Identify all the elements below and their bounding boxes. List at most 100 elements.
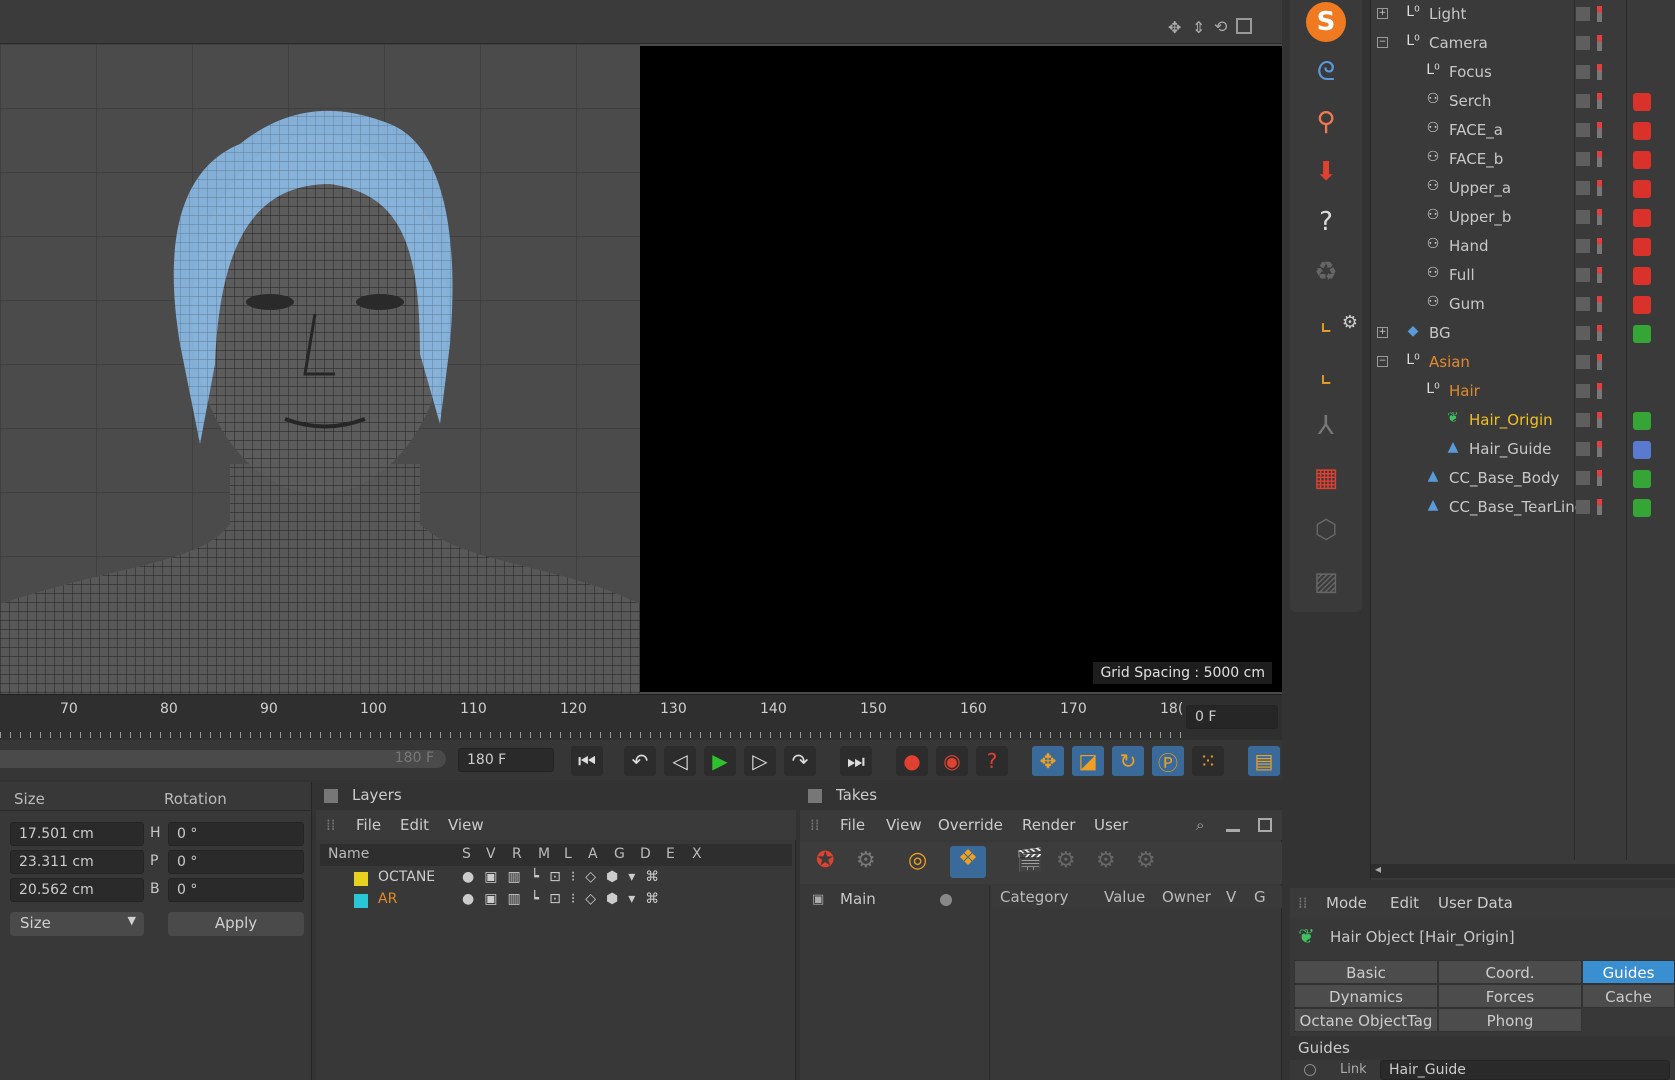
- tab-coord[interactable]: Coord.: [1438, 960, 1582, 984]
- object-row-gum[interactable]: ⚇ Gum: [1371, 290, 1675, 319]
- object-name[interactable]: FACE_a: [1449, 121, 1503, 139]
- play-icon[interactable]: ▶: [704, 746, 736, 776]
- cube-icon[interactable]: ⬡: [1304, 508, 1348, 552]
- edit-visibility-icon[interactable]: [1576, 355, 1590, 369]
- visibility-dots-icon[interactable]: [1597, 180, 1602, 196]
- take-check-icon[interactable]: [940, 894, 952, 906]
- timeline-ruler[interactable]: 0 F 70 80 90 100 110 120 130 140 150 160 170 18(: [0, 694, 1282, 740]
- object-name[interactable]: FACE_b: [1449, 150, 1503, 168]
- layers-menu-edit[interactable]: Edit: [400, 816, 429, 834]
- object-name[interactable]: Hand: [1449, 237, 1489, 255]
- layer-name[interactable]: OCTANE: [378, 869, 435, 885]
- object-name[interactable]: CC_Base_TearLine: [1449, 498, 1584, 516]
- drop-to-floor-icon[interactable]: ⬇: [1304, 150, 1348, 194]
- end-frame-field[interactable]: 180 F: [458, 748, 554, 772]
- go-to-end-icon[interactable]: ⏭: [840, 746, 872, 776]
- object-tag-icon[interactable]: [1633, 412, 1651, 430]
- layer-row-ar[interactable]: AR ●▣▥┕⊡⁝◇⬢▾⌘: [320, 890, 792, 912]
- rotation-h-field[interactable]: 0 °: [168, 822, 304, 846]
- attr-menu-edit[interactable]: Edit: [1390, 894, 1419, 912]
- move-view-icon[interactable]: ✥: [1168, 18, 1181, 37]
- object-row-cc-base-tearline[interactable]: ▲ CC_Base_TearLine: [1371, 493, 1675, 522]
- 3d-viewport[interactable]: Grid Spacing : 5000 cm: [0, 44, 1282, 694]
- rotation-key-icon[interactable]: ↻: [1112, 746, 1144, 776]
- object-row-bg[interactable]: + ◆ BG: [1371, 319, 1675, 348]
- object-name[interactable]: Gum: [1449, 295, 1485, 313]
- object-name[interactable]: Upper_b: [1449, 208, 1511, 226]
- object-tag-icon[interactable]: [1633, 209, 1651, 227]
- object-row-hand[interactable]: ⚇ Hand: [1371, 232, 1675, 261]
- visibility-dots-icon[interactable]: [1597, 383, 1602, 399]
- visibility-dots-icon[interactable]: [1597, 93, 1602, 109]
- expand-toggle-icon[interactable]: +: [1377, 8, 1388, 19]
- object-name[interactable]: Hair_Origin: [1469, 411, 1553, 429]
- layers-menu-file[interactable]: File: [356, 816, 381, 834]
- visibility-dots-icon[interactable]: [1597, 122, 1602, 138]
- js-help-icon[interactable]: ?: [1304, 200, 1348, 244]
- object-row-full[interactable]: ⚇ Full: [1371, 261, 1675, 290]
- take-main[interactable]: Main: [840, 890, 876, 908]
- size-x-field[interactable]: 17.501 cm: [10, 822, 144, 846]
- object-row-camera[interactable]: − L⁰ Camera: [1371, 29, 1675, 58]
- object-row-light[interactable]: + L⁰ Light: [1371, 0, 1675, 29]
- visibility-dots-icon[interactable]: [1597, 151, 1602, 167]
- object-tag-icon[interactable]: [1633, 238, 1651, 256]
- script-manager-icon[interactable]: S: [1304, 0, 1348, 44]
- clone-take-icon[interactable]: ⚙: [856, 848, 876, 873]
- takes-menu-user[interactable]: User: [1094, 816, 1128, 834]
- edit-visibility-icon[interactable]: [1576, 326, 1590, 340]
- layer-color-swatch[interactable]: [354, 872, 368, 886]
- auto-take-icon[interactable]: ◎: [908, 848, 927, 873]
- object-row-upper-a[interactable]: ⚇ Upper_a: [1371, 174, 1675, 203]
- maximize-view-icon[interactable]: [1236, 18, 1252, 34]
- edit-visibility-icon[interactable]: [1576, 239, 1590, 253]
- render-take-icon[interactable]: 🎬: [1016, 848, 1043, 873]
- object-tag-icon[interactable]: [1633, 151, 1651, 169]
- object-row-focus[interactable]: L⁰ Focus: [1371, 58, 1675, 87]
- next-key-icon[interactable]: ↷: [784, 746, 816, 776]
- tab-guides[interactable]: Guides: [1582, 960, 1675, 984]
- object-tag-icon[interactable]: [1633, 122, 1651, 140]
- tab-cache[interactable]: Cache: [1582, 984, 1675, 1008]
- edit-visibility-icon[interactable]: [1576, 65, 1590, 79]
- object-name[interactable]: Serch: [1449, 92, 1491, 110]
- object-row-hair-guide[interactable]: ▲ Hair_Guide: [1371, 435, 1675, 464]
- expand-toggle-icon[interactable]: −: [1377, 37, 1388, 48]
- scale-key-icon[interactable]: ◪: [1072, 746, 1104, 776]
- edit-visibility-icon[interactable]: [1576, 181, 1590, 195]
- layer-flag-icons[interactable]: ●▣▥┕⊡⁝◇⬢▾⌘: [462, 891, 669, 907]
- visibility-dots-icon[interactable]: [1597, 470, 1602, 486]
- panel-toggle-icon[interactable]: [324, 789, 338, 803]
- edit-visibility-icon[interactable]: [1576, 413, 1590, 427]
- object-name[interactable]: Full: [1449, 266, 1475, 284]
- tab-octane-objecttag[interactable]: Octane ObjectTag: [1294, 1008, 1438, 1032]
- edit-visibility-icon[interactable]: [1576, 471, 1590, 485]
- object-tag-icon[interactable]: [1633, 180, 1651, 198]
- render-settings-icon[interactable]: ▦: [1304, 456, 1348, 500]
- edit-visibility-icon[interactable]: [1576, 297, 1590, 311]
- rotation-p-field[interactable]: 0 °: [168, 850, 304, 874]
- go-to-start-icon[interactable]: ⏮: [571, 746, 603, 776]
- next-frame-icon[interactable]: ▷: [744, 746, 776, 776]
- takes-menu-override[interactable]: Override: [938, 816, 1003, 834]
- visibility-dots-icon[interactable]: [1597, 296, 1602, 312]
- object-name[interactable]: Hair: [1449, 382, 1480, 400]
- object-row-face-b[interactable]: ⚇ FACE_b: [1371, 145, 1675, 174]
- takes-menu-render[interactable]: Render: [1022, 816, 1075, 834]
- object-name[interactable]: Focus: [1449, 63, 1492, 81]
- apply-button[interactable]: Apply: [168, 912, 304, 936]
- scroll-left-icon[interactable]: ◂: [1375, 862, 1381, 876]
- layer-flag-icons[interactable]: ●▣▥┕⊡⁝◇⬢▾⌘: [462, 869, 669, 885]
- rotation-b-field[interactable]: 0 °: [168, 878, 304, 902]
- tab-phong[interactable]: Phong: [1438, 1008, 1582, 1032]
- expand-toggle-icon[interactable]: +: [1377, 327, 1388, 338]
- visibility-dots-icon[interactable]: [1597, 354, 1602, 370]
- object-row-cc-base-body[interactable]: ▲ CC_Base_Body: [1371, 464, 1675, 493]
- marker-take-icon[interactable]: ⚙: [1136, 848, 1156, 873]
- current-frame-field[interactable]: 0 F: [1186, 705, 1278, 729]
- add-take-icon[interactable]: ✪: [816, 848, 834, 873]
- joint-icon[interactable]: ⅄: [1304, 404, 1348, 448]
- animate-icon[interactable]: [1304, 1064, 1316, 1076]
- visibility-dots-icon[interactable]: [1597, 35, 1602, 51]
- panel-toggle-icon[interactable]: [808, 789, 822, 803]
